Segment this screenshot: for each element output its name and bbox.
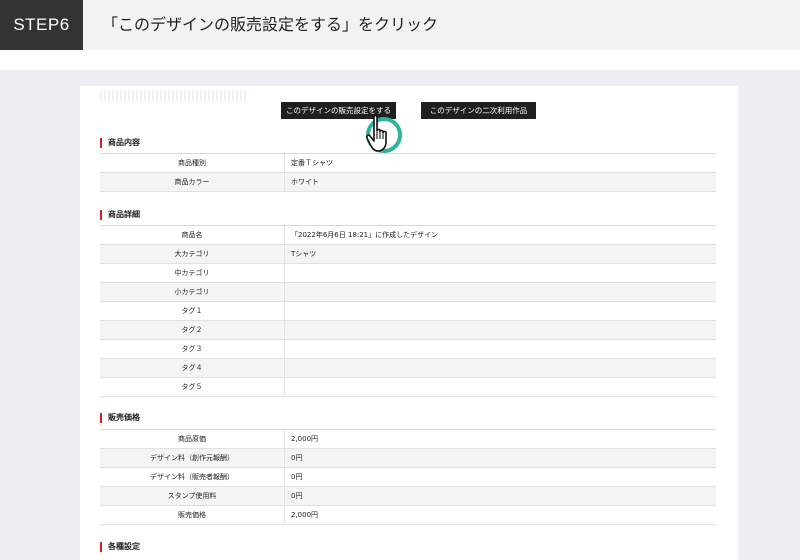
row-value xyxy=(285,340,716,358)
table-row: デザイン料（創作元報酬） 0円 xyxy=(100,449,716,468)
detail-table: 商品名 「2022年6月6日 18:21」に作成したデザイン 大カテゴリ Tシャツ 中カ… xyxy=(100,225,716,397)
row-label: タグ２ xyxy=(100,321,285,339)
row-value: 定番Ｔシャツ xyxy=(291,159,333,167)
row-value: 2,000円 xyxy=(291,435,319,443)
section-title: 販売価格 xyxy=(100,413,140,423)
section-title: 商品内容 xyxy=(100,138,140,148)
row-value: 0円 xyxy=(291,492,303,500)
row-label: スタンプ使用料 xyxy=(100,487,285,505)
detail-table: 商品原価 2,000円 デザイン料（創作元報酬） 0円 デザイン料（販売者報酬） 0円 スタ… xyxy=(100,429,716,525)
hand-pointer-icon xyxy=(366,114,402,153)
row-value: ホワイト xyxy=(291,178,319,186)
table-row: タグ１ xyxy=(100,302,716,321)
row-value: Tシャツ xyxy=(291,250,317,258)
table-row: 中カテゴリ xyxy=(100,264,716,283)
section-title: 各種設定 xyxy=(100,542,140,552)
row-value xyxy=(285,302,716,320)
detail-table: 商品種別 定番Ｔシャツ 商品カラー ホワイト xyxy=(100,153,716,192)
table-row: タグ４ xyxy=(100,359,716,378)
row-label: 商品種別 xyxy=(100,154,285,172)
row-value: 0円 xyxy=(291,454,303,462)
row-label: タグ３ xyxy=(100,340,285,358)
design-detail-panel: このデザインの販売設定をする このデザインの二次利用作品 商品内容 商品種別 定番Ｔ… xyxy=(80,86,738,560)
row-value xyxy=(285,321,716,339)
table-row: 商品種別 定番Ｔシャツ xyxy=(100,154,716,173)
faint-breadcrumb xyxy=(100,90,246,102)
table-row: 小カテゴリ xyxy=(100,283,716,302)
table-row: タグ２ xyxy=(100,321,716,340)
row-label: 商品カラー xyxy=(100,173,285,191)
table-row: 商品原価 2,000円 xyxy=(100,430,716,449)
table-row: タグ５ xyxy=(100,378,716,397)
row-value xyxy=(285,359,716,377)
table-row: デザイン料（販売者報酬） 0円 xyxy=(100,468,716,487)
derivative-works-button[interactable]: このデザインの二次利用作品 xyxy=(421,102,536,119)
step-header: STEP6 「このデザインの販売設定をする」をクリック xyxy=(0,0,800,50)
row-label: タグ４ xyxy=(100,359,285,377)
table-row: スタンプ使用料 0円 xyxy=(100,487,716,506)
row-label: 小カテゴリ xyxy=(100,283,285,301)
row-label: デザイン料（創作元報酬） xyxy=(100,449,285,467)
row-value xyxy=(285,264,716,282)
step-instruction: 「このデザインの販売設定をする」をクリック xyxy=(102,15,439,34)
table-row: 販売価格 2,000円 xyxy=(100,506,716,525)
table-row: 商品カラー ホワイト xyxy=(100,173,716,192)
row-label: タグ１ xyxy=(100,302,285,320)
row-label: 中カテゴリ xyxy=(100,264,285,282)
row-label: 商品名 xyxy=(100,226,285,244)
row-value xyxy=(285,378,716,396)
step-badge: STEP6 xyxy=(0,0,83,50)
row-label: デザイン料（販売者報酬） xyxy=(100,468,285,486)
section-title: 商品詳細 xyxy=(100,210,140,220)
row-value: 0円 xyxy=(291,473,303,481)
row-value: 2,000円 xyxy=(291,511,319,519)
row-label: タグ５ xyxy=(100,378,285,396)
row-label: 商品原価 xyxy=(100,430,285,448)
table-row: 商品名 「2022年6月6日 18:21」に作成したデザイン xyxy=(100,226,716,245)
row-label: 大カテゴリ xyxy=(100,245,285,263)
row-label: 販売価格 xyxy=(100,506,285,524)
table-row: タグ３ xyxy=(100,340,716,359)
row-value xyxy=(285,283,716,301)
table-row: 大カテゴリ Tシャツ xyxy=(100,245,716,264)
row-value: 「2022年6月6日 18:21」に作成したデザイン xyxy=(291,231,439,239)
